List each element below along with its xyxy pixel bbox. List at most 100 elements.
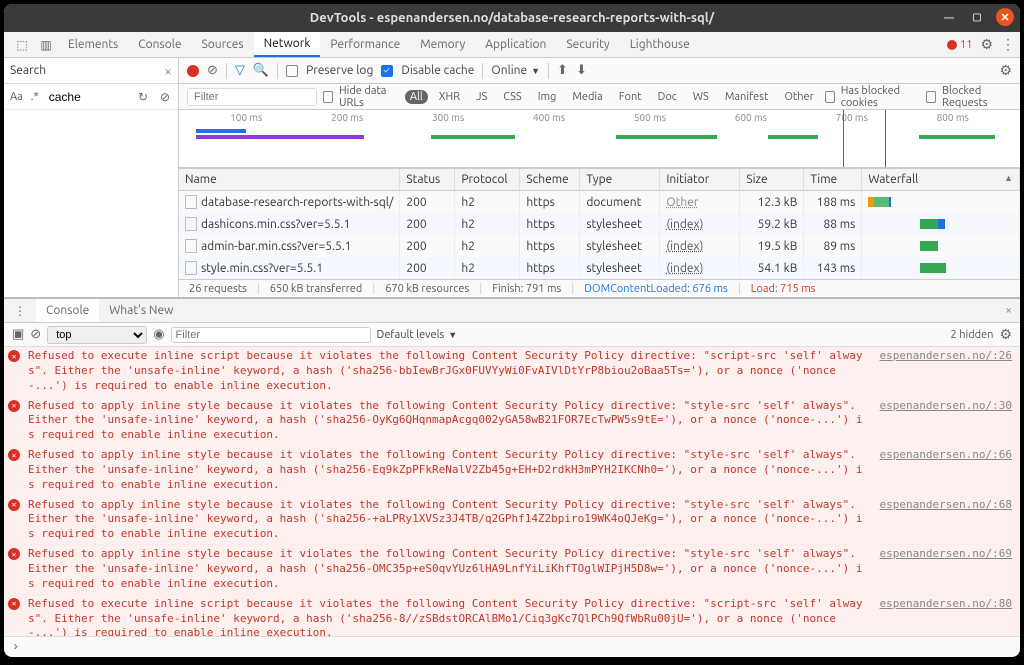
tab-lighthouse[interactable]: Lighthouse bbox=[620, 32, 700, 57]
tab-sources[interactable]: Sources bbox=[191, 32, 253, 57]
console-error-row[interactable]: ✕Refused to apply inline style because i… bbox=[4, 446, 1020, 496]
inspect-element-icon[interactable]: ⬚ bbox=[10, 32, 34, 57]
settings-gear-icon[interactable]: ⚙ bbox=[980, 36, 993, 53]
console-levels-select[interactable]: Default levels ▼ bbox=[377, 329, 458, 341]
console-context-select[interactable]: top bbox=[47, 326, 147, 344]
tab-elements[interactable]: Elements bbox=[58, 32, 128, 57]
export-har-icon[interactable]: ⬇ bbox=[576, 63, 587, 78]
network-settings-icon[interactable]: ⚙ bbox=[999, 62, 1012, 79]
window-maximize-button[interactable]: ▢ bbox=[968, 8, 986, 26]
initiator-link[interactable]: (index) bbox=[666, 218, 703, 231]
tab-security[interactable]: Security bbox=[556, 32, 619, 57]
filter-input[interactable] bbox=[187, 88, 317, 106]
column-name[interactable]: Name bbox=[179, 169, 400, 191]
console-message-text: Refused to apply inline style because it… bbox=[22, 399, 872, 444]
console-source-link[interactable]: espenandersen.no/:66 bbox=[872, 448, 1012, 461]
console-source-link[interactable]: espenandersen.no/:26 bbox=[872, 349, 1012, 362]
disable-cache-checkbox[interactable] bbox=[381, 65, 393, 77]
filter-type-xhr[interactable]: XHR bbox=[434, 90, 465, 104]
search-clear-icon[interactable]: ⊘ bbox=[156, 88, 174, 106]
console-filter-input[interactable] bbox=[171, 327, 371, 343]
error-counter[interactable]: 11 bbox=[947, 39, 972, 51]
console-error-row[interactable]: ✕Refused to apply inline style because i… bbox=[4, 496, 1020, 546]
device-toolbar-icon[interactable]: ▥ bbox=[34, 32, 58, 57]
filter-type-doc[interactable]: Doc bbox=[653, 90, 682, 104]
tab-console[interactable]: Console bbox=[128, 32, 191, 57]
console-source-link[interactable]: espenandersen.no/:69 bbox=[872, 547, 1012, 560]
throttling-select[interactable]: Online ▼ bbox=[491, 64, 540, 77]
tab-application[interactable]: Application bbox=[475, 32, 556, 57]
status-requests: 26 requests bbox=[189, 283, 247, 295]
search-refresh-icon[interactable]: ↻ bbox=[134, 88, 152, 106]
column-protocol[interactable]: Protocol bbox=[455, 169, 520, 191]
filter-type-font[interactable]: Font bbox=[614, 90, 647, 104]
window-close-button[interactable]: ✕ bbox=[996, 8, 1014, 26]
filter-type-ws[interactable]: WS bbox=[688, 90, 714, 104]
column-size[interactable]: Size bbox=[740, 169, 804, 191]
column-initiator[interactable]: Initiator bbox=[660, 169, 740, 191]
error-icon: ✕ bbox=[8, 349, 22, 362]
filter-type-manifest[interactable]: Manifest bbox=[720, 90, 774, 104]
column-status[interactable]: Status bbox=[400, 169, 455, 191]
column-time[interactable]: Time bbox=[804, 169, 862, 191]
more-menu-icon[interactable]: ⋮ bbox=[1001, 36, 1014, 53]
filter-type-all[interactable]: All bbox=[405, 90, 428, 104]
regex-toggle[interactable]: .* bbox=[29, 91, 41, 103]
initiator-link[interactable]: Other bbox=[666, 196, 698, 209]
tab-memory[interactable]: Memory bbox=[410, 32, 475, 57]
request-row[interactable]: admin-bar.min.css?ver=5.5.1200h2httpssty… bbox=[179, 235, 1020, 257]
console-settings-icon[interactable]: ⚙ bbox=[999, 326, 1012, 343]
drawer-close-icon[interactable]: × bbox=[997, 299, 1020, 322]
filter-type-img[interactable]: Img bbox=[533, 90, 562, 104]
preserve-log-checkbox[interactable] bbox=[286, 65, 298, 77]
console-source-link[interactable]: espenandersen.no/:30 bbox=[872, 399, 1012, 412]
timeline-tick: 800 ms bbox=[937, 112, 969, 123]
console-error-row[interactable]: ✕Refused to execute inline script becaus… bbox=[4, 347, 1020, 397]
search-panel: Search × Aa .* ↻ ⊘ bbox=[4, 58, 179, 297]
filter-type-other[interactable]: Other bbox=[779, 90, 818, 104]
tab-performance[interactable]: Performance bbox=[320, 32, 410, 57]
search-close-icon[interactable]: × bbox=[164, 63, 172, 79]
column-waterfall[interactable]: Waterfall▲ bbox=[862, 169, 1020, 191]
initiator-link[interactable]: (index) bbox=[666, 262, 703, 275]
match-case-toggle[interactable]: Aa bbox=[8, 91, 25, 103]
blocked-requests-checkbox[interactable] bbox=[926, 91, 936, 103]
drawer-tab-console[interactable]: Console bbox=[36, 299, 99, 322]
import-har-icon[interactable]: ⬆ bbox=[557, 63, 568, 78]
filter-type-css[interactable]: CSS bbox=[498, 90, 526, 104]
tab-network[interactable]: Network bbox=[254, 32, 321, 57]
console-error-row[interactable]: ✕Refused to apply inline style because i… bbox=[4, 397, 1020, 447]
filter-toggle-icon[interactable]: ▽ bbox=[235, 63, 245, 78]
drawer-menu-icon[interactable]: ⋮ bbox=[4, 299, 36, 322]
record-button[interactable] bbox=[187, 65, 199, 77]
search-input[interactable] bbox=[45, 88, 130, 106]
window-minimize-button[interactable]: — bbox=[940, 8, 958, 26]
request-row[interactable]: dashicons.min.css?ver=5.5.1200h2httpssty… bbox=[179, 213, 1020, 235]
console-source-link[interactable]: espenandersen.no/:80 bbox=[872, 597, 1012, 610]
request-row[interactable]: style.min.css?ver=5.5.1200h2httpsstylesh… bbox=[179, 257, 1020, 279]
console-error-row[interactable]: ✕Refused to execute inline script becaus… bbox=[4, 595, 1020, 636]
request-row[interactable]: database-research-reports-with-sql/200h2… bbox=[179, 191, 1020, 214]
console-hidden-count[interactable]: 2 hidden bbox=[951, 329, 994, 341]
filter-type-media[interactable]: Media bbox=[567, 90, 607, 104]
search-icon[interactable]: 🔍 bbox=[253, 63, 269, 78]
column-type[interactable]: Type bbox=[580, 169, 660, 191]
blocked-cookies-checkbox[interactable] bbox=[825, 91, 835, 103]
console-messages[interactable]: ✕Refused to execute inline script becaus… bbox=[4, 347, 1020, 636]
drawer-tab-whatsnew[interactable]: What's New bbox=[99, 299, 183, 322]
initiator-link[interactable]: (index) bbox=[666, 240, 703, 253]
live-expression-icon[interactable]: ◉ bbox=[153, 327, 164, 342]
blocked-requests-label: Blocked Requests bbox=[942, 85, 1012, 109]
console-clear-icon[interactable]: ⊘ bbox=[30, 327, 41, 342]
column-scheme[interactable]: Scheme bbox=[520, 169, 580, 191]
main-tabs: ⬚ ▥ ElementsConsoleSourcesNetworkPerform… bbox=[4, 32, 1020, 58]
console-prompt[interactable]: › bbox=[4, 636, 1020, 657]
console-source-link[interactable]: espenandersen.no/:68 bbox=[872, 498, 1012, 511]
clear-icon[interactable]: ⊘ bbox=[207, 63, 218, 78]
filter-type-js[interactable]: JS bbox=[471, 90, 492, 104]
timeline-overview[interactable]: 100 ms200 ms300 ms400 ms500 ms600 ms700 … bbox=[179, 110, 1020, 168]
file-icon bbox=[185, 195, 197, 209]
console-sidebar-toggle-icon[interactable]: ▣ bbox=[12, 327, 24, 342]
console-error-row[interactable]: ✕Refused to apply inline style because i… bbox=[4, 545, 1020, 595]
hide-data-urls-checkbox[interactable] bbox=[323, 91, 333, 103]
